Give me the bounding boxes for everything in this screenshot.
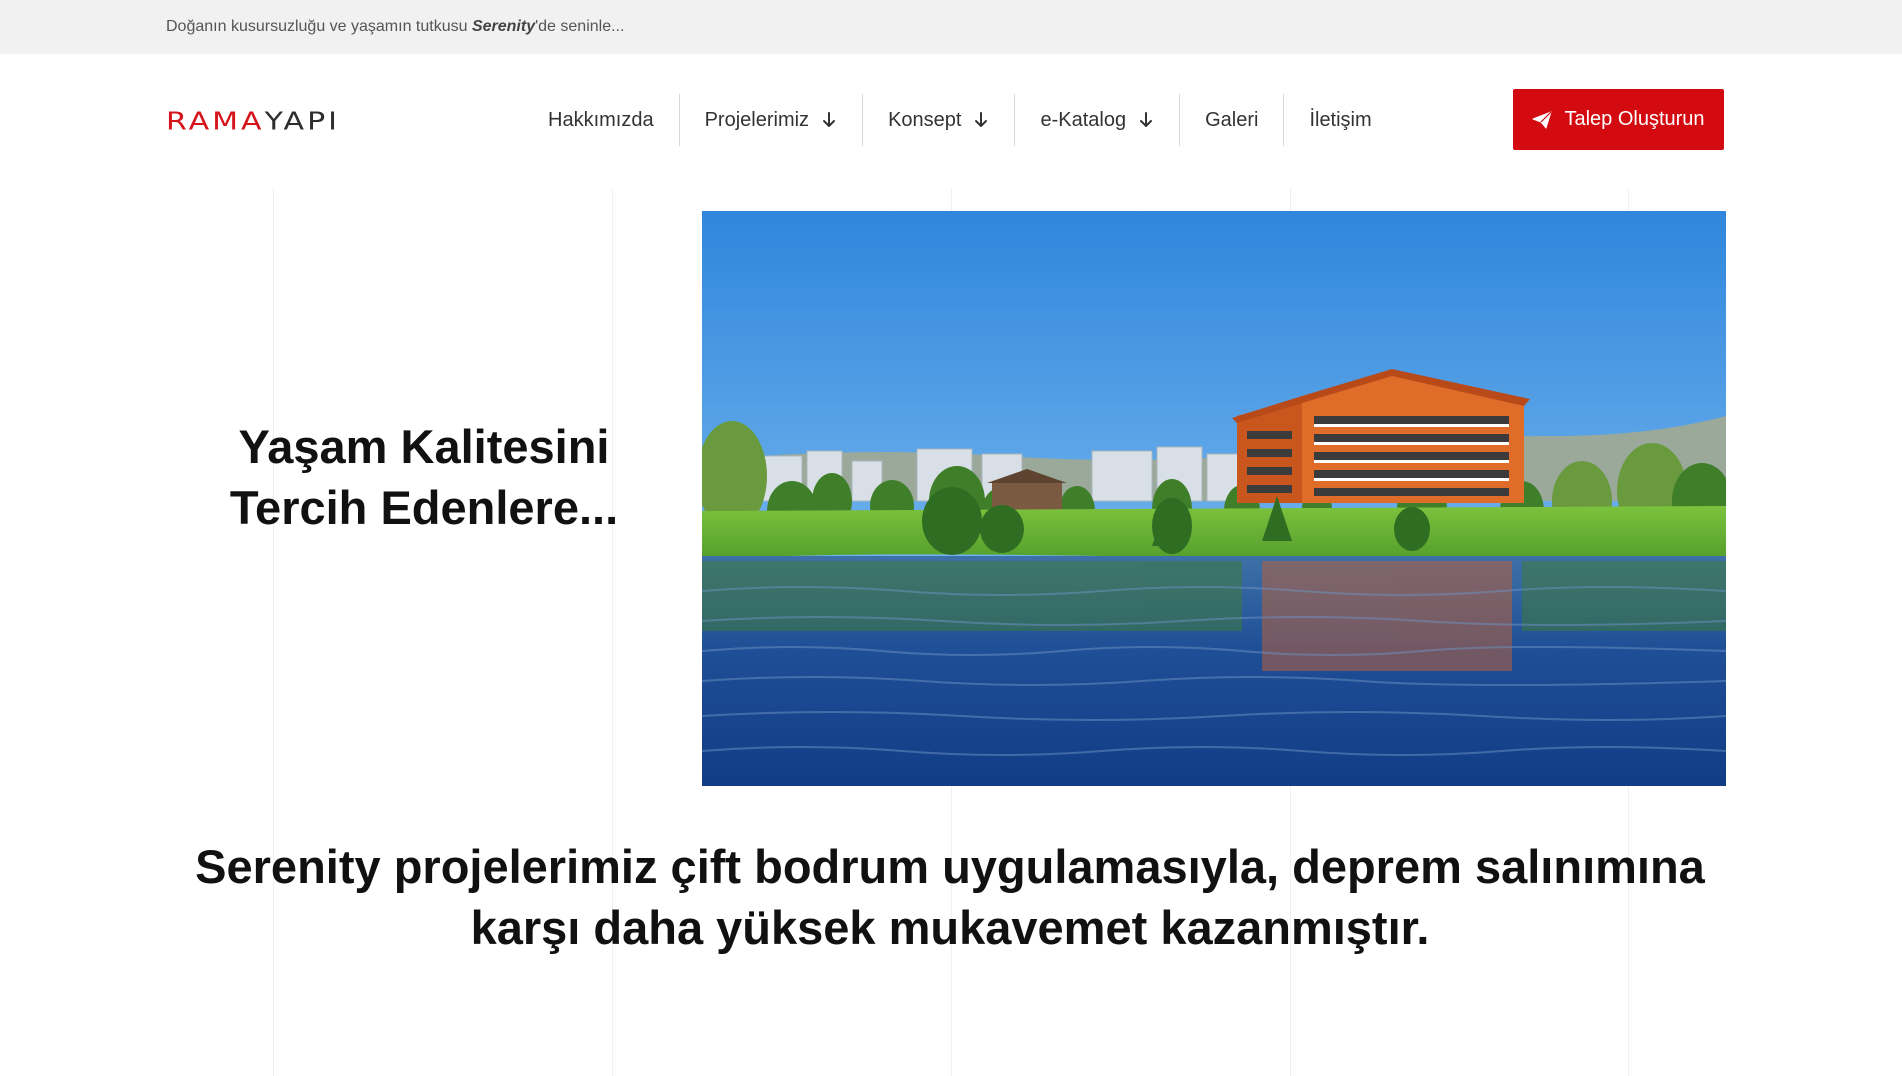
nav-item-label: İletişim xyxy=(1309,108,1372,131)
nav-item-galeri[interactable]: Galeri xyxy=(1180,94,1285,146)
announcement-text-end: 'de seninle... xyxy=(535,18,625,35)
logo-text-yapi: YAPI xyxy=(264,106,341,136)
main-navigation: Hakkımızda Projelerimiz Konsept e-Katalo… xyxy=(523,94,1397,146)
hero-title-line-2: Tercih Edenlere... xyxy=(229,481,619,534)
feature-statement-line-1: Serenity projelerimiz çift bodrum uygula… xyxy=(195,840,1705,893)
nav-item-label: Konsept xyxy=(888,108,962,131)
arrow-down-icon xyxy=(821,111,837,129)
arrow-down-icon xyxy=(1138,111,1154,129)
hero-title: Yaşam Kalitesini Tercih Edenlere... xyxy=(190,416,658,538)
nav-item-hakkimizda[interactable]: Hakkımızda xyxy=(523,94,680,146)
lakeside-residence-illustration xyxy=(702,211,1726,786)
feature-statement: Serenity projelerimiz çift bodrum uygula… xyxy=(150,836,1750,958)
nav-item-konsept[interactable]: Konsept xyxy=(863,94,1016,146)
announcement-text-start: Doğanın kusursuzluğu ve yaşamın tutkusu xyxy=(166,18,472,35)
nav-item-label: Hakkımızda xyxy=(548,108,654,131)
paper-plane-icon xyxy=(1532,111,1552,129)
hero-title-line-1: Yaşam Kalitesini xyxy=(238,420,610,473)
nav-item-label: Galeri xyxy=(1205,108,1259,131)
site-header: RAMA YAPI Hakkımızda Projelerimiz Konsep… xyxy=(0,54,1902,188)
announcement-brand: Serenity xyxy=(471,18,536,35)
nav-item-e-katalog[interactable]: e-Katalog xyxy=(1015,94,1181,146)
nav-item-label: e-Katalog xyxy=(1040,108,1127,131)
hero-image xyxy=(702,211,1726,786)
request-button[interactable]: Talep Oluşturun xyxy=(1513,89,1724,150)
top-announcement-bar: Doğanın kusursuzluğu ve yaşamın tutkusu … xyxy=(0,0,1902,54)
nav-item-iletisim[interactable]: İletişim xyxy=(1284,94,1396,146)
arrow-down-icon xyxy=(973,111,989,129)
nav-item-projelerimiz[interactable]: Projelerimiz xyxy=(680,94,864,146)
feature-statement-line-2: karşı daha yüksek mukavemet kazanmıştır. xyxy=(470,901,1430,954)
announcement-text: Doğanın kusursuzluğu ve yaşamın tutkusu … xyxy=(166,18,624,36)
logo[interactable]: RAMA YAPI xyxy=(166,106,340,136)
logo-text-rama: RAMA xyxy=(166,106,265,136)
request-button-label: Talep Oluşturun xyxy=(1564,108,1705,130)
nav-item-label: Projelerimiz xyxy=(704,108,810,131)
